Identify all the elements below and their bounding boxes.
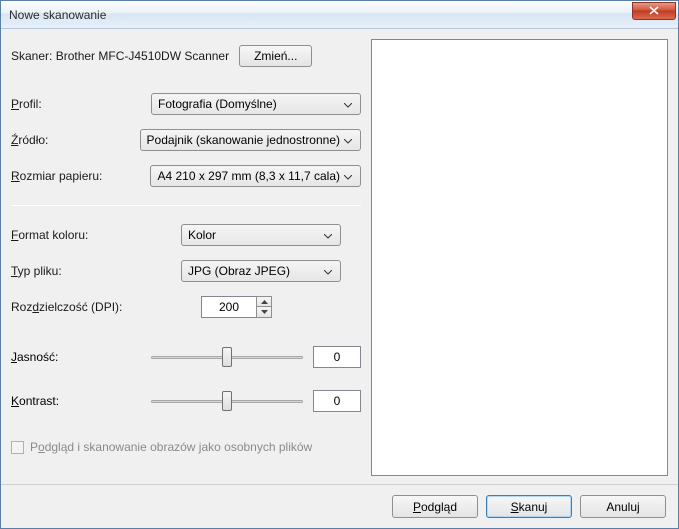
preview-panel: [371, 39, 668, 484]
settings-panel: Skaner: Brother MFC-J4510DW Scanner Zmie…: [11, 39, 361, 484]
brightness-slider[interactable]: [151, 346, 303, 368]
titlebar: Nowe skanowanie: [1, 1, 678, 29]
dpi-spin-down[interactable]: [256, 307, 272, 318]
color-format-combo[interactable]: Kolor: [181, 224, 341, 246]
source-label: Źródło:: [11, 133, 140, 147]
dialog-footer: Podgląd Skanuj Anuluj: [1, 484, 678, 528]
contrast-value[interactable]: [313, 390, 361, 412]
window-title: Nowe skanowanie: [9, 8, 106, 22]
chevron-down-icon: [261, 310, 268, 314]
chevron-down-icon: [320, 264, 336, 278]
contrast-label: Kontrast:: [11, 394, 151, 408]
scan-dialog: Nowe skanowanie Skaner: Brother MFC-J451…: [0, 0, 679, 529]
slider-thumb[interactable]: [222, 347, 232, 367]
scanner-label: Skaner: Brother MFC-J4510DW Scanner: [11, 49, 229, 63]
profile-label: Profil:: [11, 97, 151, 111]
dpi-input[interactable]: [201, 296, 257, 318]
slider-thumb[interactable]: [222, 391, 232, 411]
source-combo[interactable]: Podajnik (skanowanie jednostronne): [140, 129, 361, 151]
profile-combo[interactable]: Fotografia (Domyślne): [151, 93, 361, 115]
dialog-body: Skaner: Brother MFC-J4510DW Scanner Zmie…: [1, 29, 678, 484]
close-icon: [649, 6, 659, 15]
scan-button[interactable]: Skanuj: [486, 495, 572, 518]
chevron-down-icon: [340, 133, 356, 147]
separate-files-checkbox: [11, 441, 24, 454]
separator: [11, 205, 361, 206]
color-format-label: Format koloru:: [11, 228, 151, 242]
paper-size-combo[interactable]: A4 210 x 297 mm (8,3 x 11,7 cala): [150, 165, 361, 187]
brightness-label: Jasność:: [11, 350, 151, 364]
file-type-label: Typ pliku:: [11, 264, 151, 278]
preview-area: [371, 39, 668, 476]
file-type-combo[interactable]: JPG (Obraz JPEG): [181, 260, 341, 282]
change-scanner-button[interactable]: Zmień...: [239, 45, 312, 67]
brightness-value[interactable]: [313, 346, 361, 368]
close-button[interactable]: [632, 2, 676, 20]
separate-files-checkbox-row: Podgląd i skanowanie obrazów jako osobny…: [11, 440, 361, 454]
chevron-down-icon: [340, 169, 356, 183]
separate-files-label: Podgląd i skanowanie obrazów jako osobny…: [30, 440, 312, 454]
dpi-spin-up[interactable]: [256, 296, 272, 307]
paper-size-label: Rozmiar papieru:: [11, 169, 150, 183]
chevron-down-icon: [340, 97, 356, 111]
chevron-down-icon: [320, 228, 336, 242]
dpi-label: Rozdzielczość (DPI):: [11, 300, 151, 314]
contrast-slider[interactable]: [151, 390, 303, 412]
chevron-up-icon: [261, 300, 268, 304]
cancel-button[interactable]: Anuluj: [580, 495, 666, 518]
preview-button[interactable]: Podgląd: [392, 495, 478, 518]
